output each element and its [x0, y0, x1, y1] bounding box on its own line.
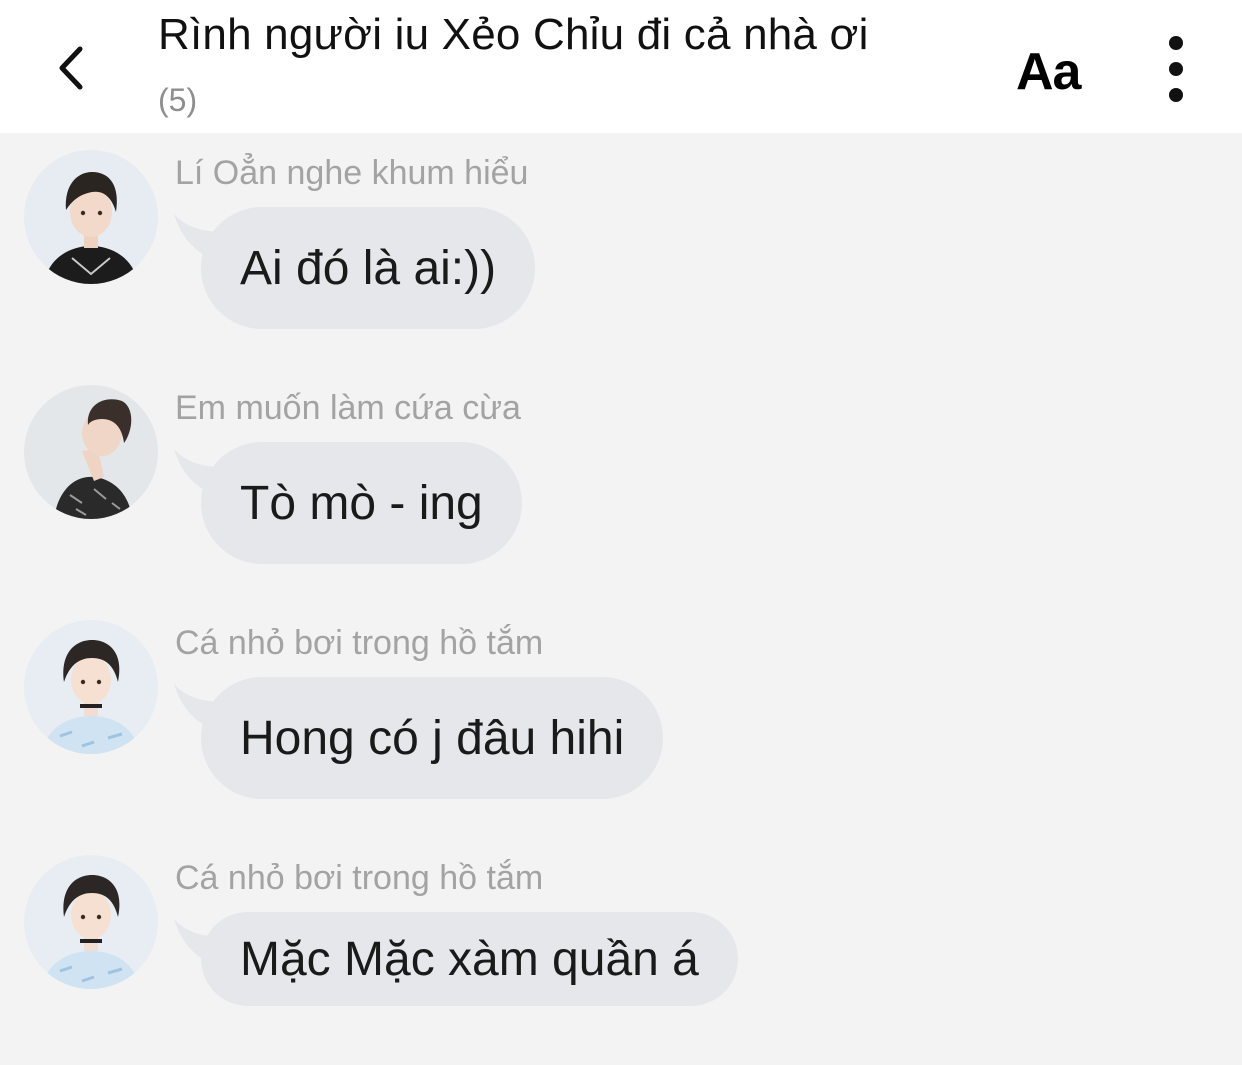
message-bubble[interactable]: Hong có j đâu hihi	[201, 677, 664, 799]
message-row: Lí Oẳn nghe khum hiểu Ai đó là ai:))	[0, 150, 1242, 360]
font-size-button[interactable]: Aa	[1016, 42, 1081, 102]
sender-name: Em muốn làm cứa cừa	[175, 389, 521, 427]
message-row: Em muốn làm cứa cừa Tò mò - ing	[0, 385, 1242, 595]
sender-name: Lí Oẳn nghe khum hiểu	[175, 154, 529, 192]
avatar[interactable]	[24, 385, 158, 519]
sender-name: Cá nhỏ bơi trong hồ tắm	[175, 859, 544, 897]
more-options-button[interactable]	[1150, 34, 1202, 104]
message-bubble[interactable]: Ai đó là ai:))	[201, 207, 536, 329]
avatar[interactable]	[24, 855, 158, 989]
chat-header: Rình người iu Xẻo Chỉu đi cả nhà ơi (5) …	[0, 0, 1242, 133]
more-vertical-icon	[1169, 36, 1183, 102]
message-bubble[interactable]: Mặc Mặc xàm quần á	[201, 912, 738, 1006]
avatar[interactable]	[24, 620, 158, 754]
chevron-left-icon	[59, 46, 83, 90]
message-bubble[interactable]: Tò mò - ing	[201, 442, 522, 564]
member-count: (5)	[158, 82, 198, 118]
back-button[interactable]	[40, 36, 100, 100]
avatar[interactable]	[24, 150, 158, 284]
sender-name: Cá nhỏ bơi trong hồ tắm	[175, 624, 544, 662]
message-row: Cá nhỏ bơi trong hồ tắm Mặc Mặc xàm quần…	[0, 855, 1242, 1065]
message-row: Cá nhỏ bơi trong hồ tắm Hong có j đâu hi…	[0, 620, 1242, 830]
chat-title[interactable]: Rình người iu Xẻo Chỉu đi cả nhà ơi	[158, 10, 869, 60]
